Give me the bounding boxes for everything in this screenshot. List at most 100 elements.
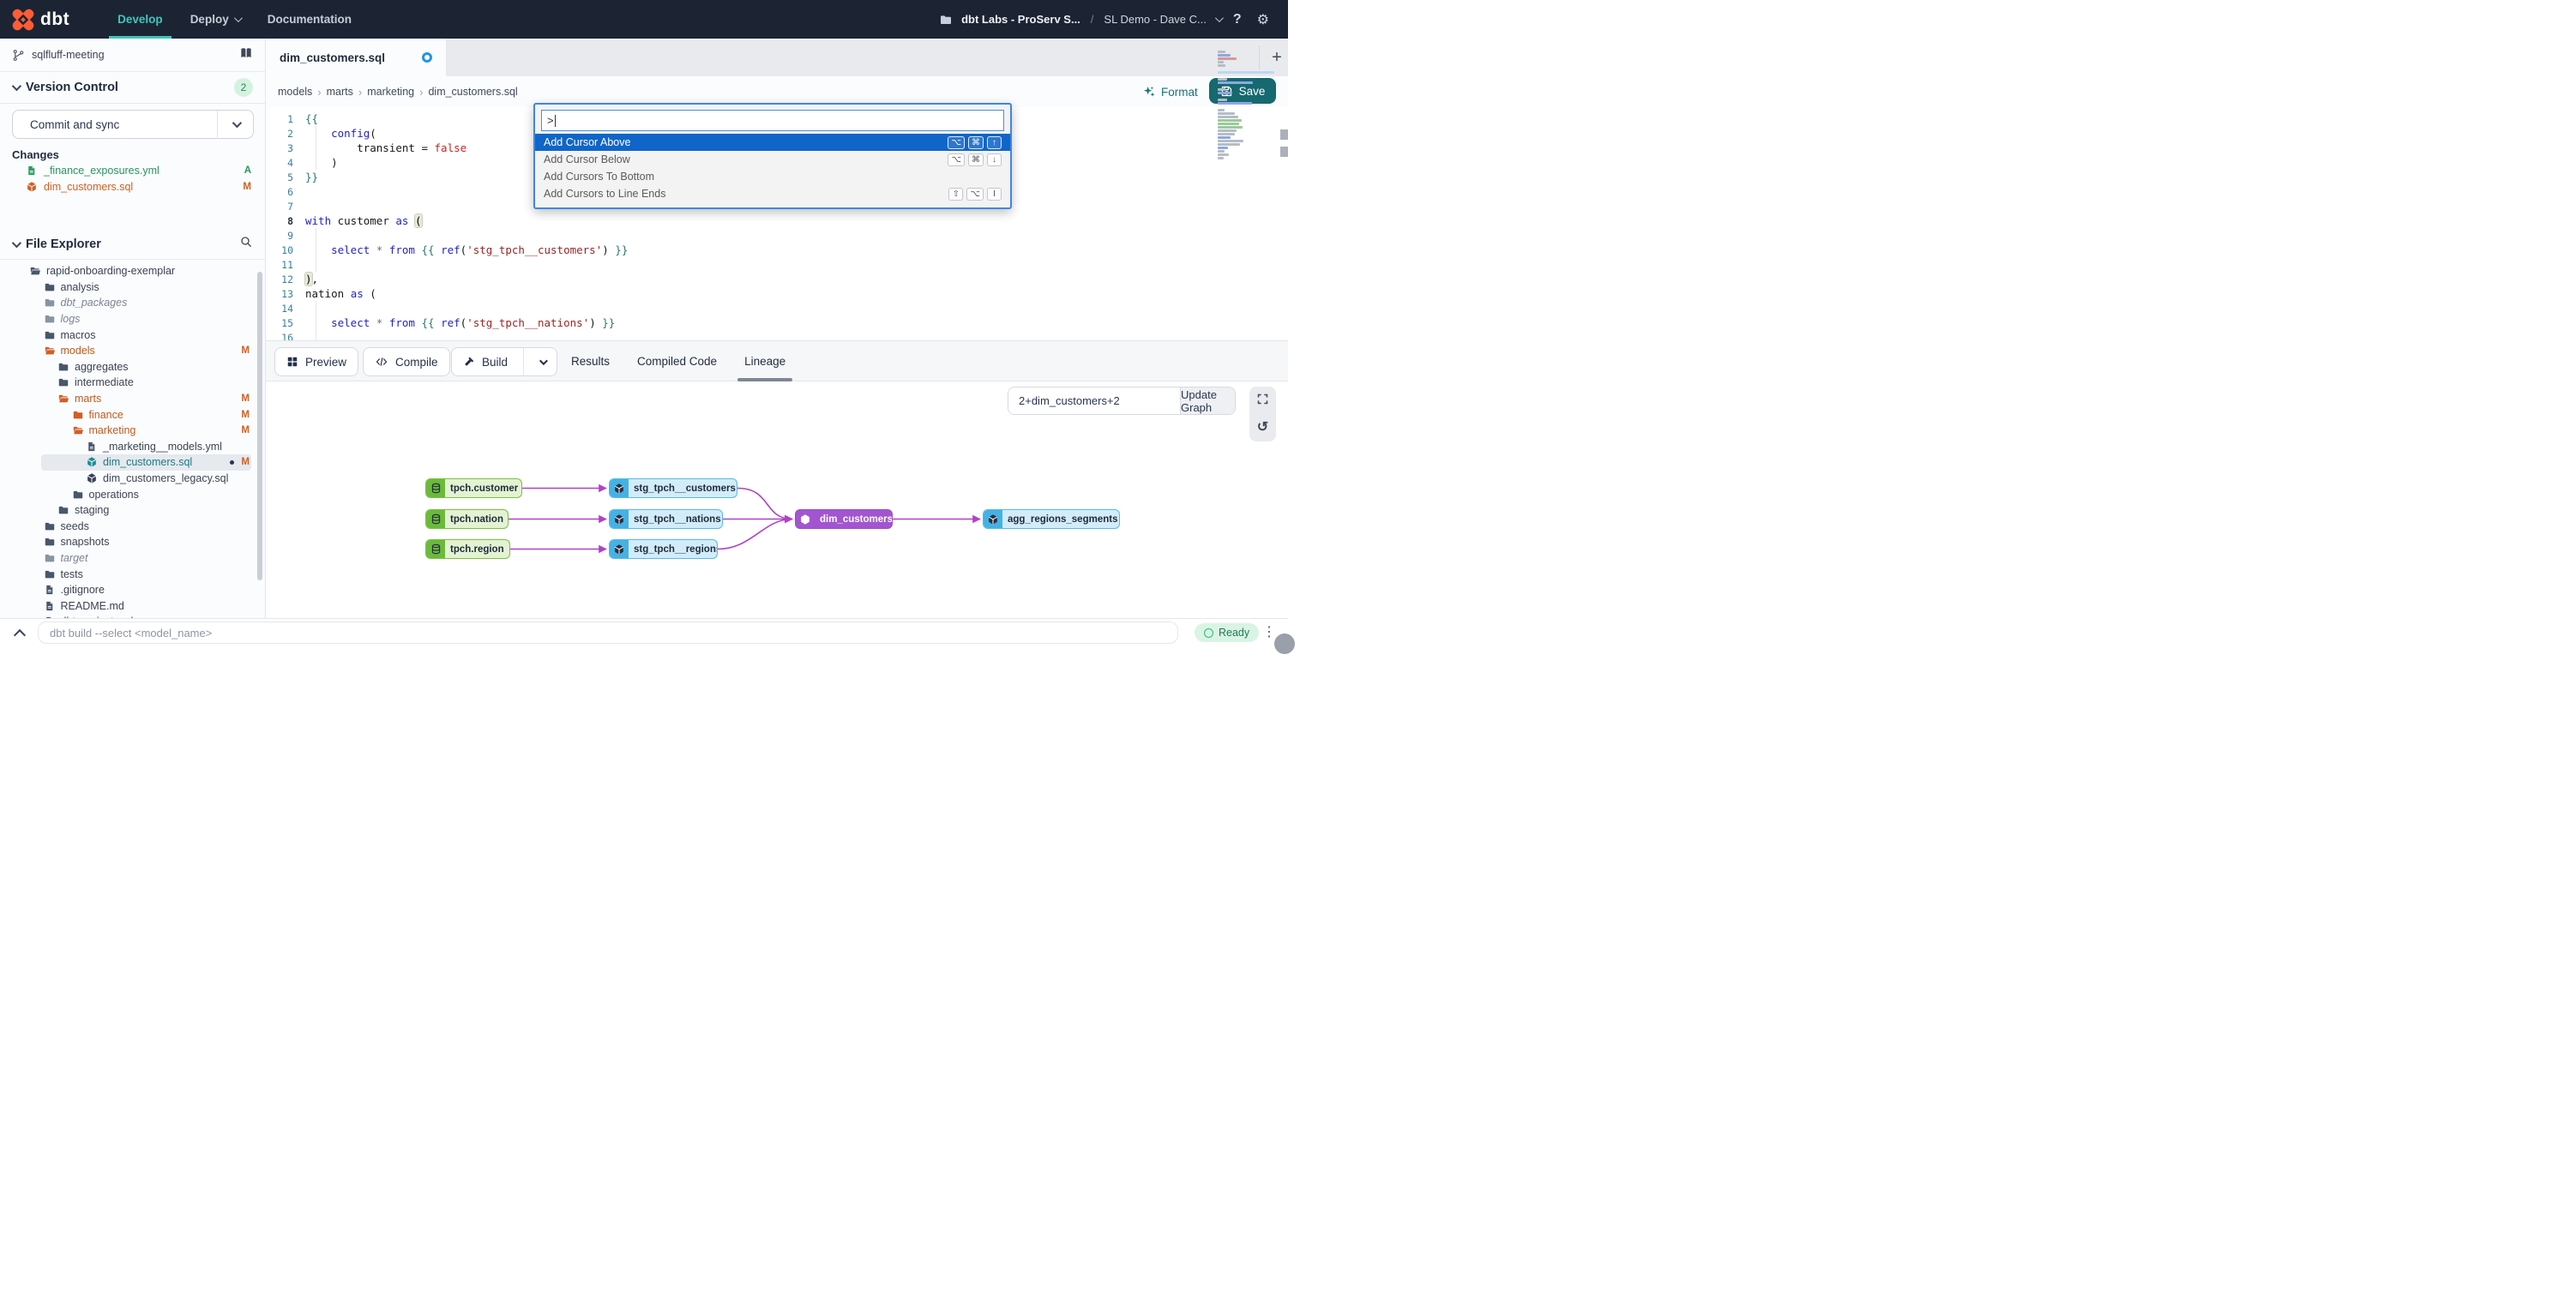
code-token: as (350, 287, 364, 300)
nav-item-develop[interactable]: Develop (104, 0, 177, 39)
account-name[interactable]: dbt Labs - ProServ S... (961, 13, 1080, 26)
file-tree-item[interactable]: staging (0, 502, 265, 519)
file-explorer-header[interactable]: File Explorer (0, 229, 265, 259)
docs-book-icon[interactable] (239, 46, 253, 64)
kebab-menu-icon[interactable]: ⋮ (1262, 623, 1276, 640)
compile-button[interactable]: Compile (363, 347, 450, 376)
build-button[interactable]: Build (451, 347, 558, 376)
lineage-node-stg_nations[interactable]: stg_tpch__nations (609, 509, 723, 529)
nav-item-deploy[interactable]: Deploy (177, 0, 254, 39)
command-item[interactable]: Add Cursors to Line Ends ⇧ ⌥ I (535, 185, 1010, 202)
code-line[interactable]: 14 (266, 301, 1288, 315)
file-tree-item[interactable]: marts M (0, 391, 265, 407)
code-line[interactable]: 8 with customer as ( (266, 213, 1288, 228)
file-tree-label: dim_customers.sql (103, 456, 193, 469)
model-cube-icon (984, 510, 1002, 528)
commit-options-chevron[interactable] (217, 111, 253, 138)
code-line[interactable]: 12), (266, 272, 1288, 286)
file-tree-item[interactable]: models M (0, 343, 265, 359)
file-tree-item[interactable]: analysis (0, 279, 265, 296)
breadcrumb-item[interactable]: marketing (367, 86, 414, 98)
command-item[interactable]: Add Cursors To Bottom (535, 168, 1010, 185)
panel-tab-compiled-code[interactable]: Compiled Code (623, 341, 731, 381)
build-options-chevron[interactable] (539, 356, 548, 365)
lineage-node-tpch_nation[interactable]: tpch.nation (425, 509, 509, 529)
code-line[interactable]: 13 nation as ( (266, 286, 1288, 301)
changed-file-row[interactable]: dim_customers.sql M (0, 179, 265, 195)
command-item[interactable]: Add Cursor Below ⌥ ⌘ ↓ (535, 151, 1010, 168)
code-token: ) (602, 243, 616, 256)
code-line[interactable]: 16 (266, 330, 1288, 340)
file-tree-item[interactable]: logs (0, 311, 265, 327)
code-token: as (395, 214, 409, 227)
code-line[interactable]: 11 (266, 257, 1288, 272)
breadcrumb-item[interactable]: marts (327, 86, 353, 98)
file-tree-item[interactable]: aggregates (0, 359, 265, 375)
editor-tab[interactable]: dim_customers.sql (266, 39, 446, 76)
command-palette-input[interactable]: > (541, 110, 1004, 131)
file-tree-label: marts (75, 393, 102, 405)
lineage-node-dim_customers[interactable]: dim_customers (795, 509, 893, 529)
lineage-filter-input[interactable] (1008, 387, 1180, 414)
format-button[interactable]: Format (1142, 80, 1198, 104)
dbt-logo[interactable]: dbt (0, 7, 85, 32)
panel-tab-results[interactable]: Results (557, 341, 623, 381)
file-tree-item[interactable]: rapid-onboarding-exemplar (0, 263, 265, 279)
file-tree-item[interactable]: .gitignore (0, 582, 265, 598)
file-tree-item[interactable]: seeds (0, 519, 265, 535)
breadcrumb-item[interactable]: models (278, 86, 312, 98)
lineage-node-tpch_customer[interactable]: tpch.customer (425, 478, 522, 498)
panel-tab-lineage[interactable]: Lineage (731, 341, 799, 381)
version-control-header[interactable]: Version Control 2 (0, 71, 265, 103)
code-line[interactable]: 10 select * from {{ ref('stg_tpch__custo… (266, 243, 1288, 257)
expand-panel-chevron-icon[interactable] (13, 628, 27, 642)
update-graph-button[interactable]: Update Graph (1180, 387, 1235, 414)
branch-name[interactable]: sqlfluff-meeting (32, 49, 105, 61)
breadcrumb-item[interactable]: dim_customers.sql (428, 86, 517, 98)
file-tree-item[interactable]: _marketing__models.yml (0, 439, 265, 455)
dbt-command-input[interactable] (38, 621, 1178, 644)
lineage-node-stg_customers[interactable]: stg_tpch__customers (609, 478, 737, 498)
line-number: 5 (287, 171, 293, 183)
code-token: with (305, 214, 332, 227)
search-icon[interactable] (239, 235, 253, 253)
lineage-node-agg_regions_segments[interactable]: agg_regions_segments (983, 509, 1120, 529)
command-item[interactable]: Add Cursor Above ⌥ ⌘ ↑ (535, 134, 1010, 151)
reset-view-icon[interactable]: ↺ (1257, 418, 1268, 435)
file-tree-item[interactable]: marketing M (0, 423, 265, 439)
file-tree-item[interactable]: finance M (0, 406, 265, 423)
changed-file-row[interactable]: _finance_exposures.yml A (0, 163, 265, 178)
file-tree-item[interactable]: snapshots (0, 534, 265, 550)
help-icon[interactable]: ? (1230, 12, 1245, 27)
nav-item-documentation[interactable]: Documentation (254, 0, 365, 39)
fullscreen-icon[interactable] (1256, 393, 1269, 405)
file-tree-item[interactable]: operations (0, 486, 265, 502)
keycap: ⌥ (948, 135, 965, 149)
code-line[interactable]: 9 (266, 228, 1288, 243)
file-tree-item[interactable]: macros (0, 327, 265, 343)
chevron-down-icon[interactable] (1214, 14, 1224, 23)
sidebar-scrollbar[interactable] (257, 272, 262, 580)
code-icon (375, 356, 388, 368)
editor-minimap[interactable] (1218, 51, 1274, 159)
file-tree-item[interactable]: dim_customers_legacy.sql (0, 471, 265, 487)
folder-icon (72, 409, 84, 421)
commit-and-sync-button[interactable]: Commit and sync (12, 110, 254, 139)
file-tree-item[interactable]: README.md (0, 597, 265, 614)
gear-icon[interactable]: ⚙ (1254, 11, 1273, 28)
file-tree-label: seeds (60, 519, 89, 532)
lineage-node-label: tpch.region (450, 543, 504, 555)
code-line[interactable]: 15 select * from {{ ref('stg_tpch__natio… (266, 315, 1288, 330)
project-selector[interactable]: SL Demo - Dave C... (1104, 13, 1206, 26)
hammer-icon (463, 356, 475, 368)
file-tree-item[interactable]: dim_customers.sql M (0, 454, 265, 471)
file-tree-item[interactable]: tests (0, 566, 265, 582)
file-tree-item[interactable]: intermediate (0, 375, 265, 391)
preview-button[interactable]: Preview (274, 347, 359, 376)
lineage-node-tpch_region[interactable]: tpch.region (425, 539, 510, 559)
file-tree-item[interactable]: dbt_packages (0, 295, 265, 311)
file-tree-item[interactable]: target (0, 550, 265, 567)
lineage-node-stg_regions[interactable]: stg_tpch__regions (609, 539, 718, 559)
